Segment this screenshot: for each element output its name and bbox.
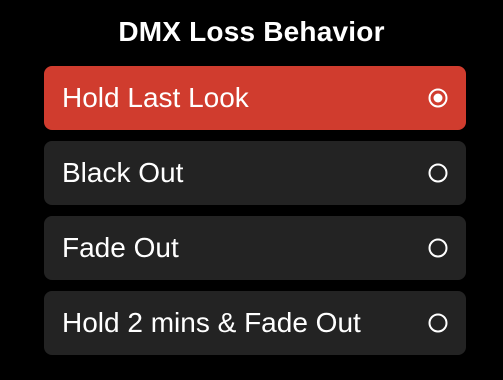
- dmx-loss-behavior-screen: DMX Loss Behavior Hold Last Look Black O…: [0, 0, 503, 380]
- radio-unselected-icon: [428, 313, 448, 333]
- option-black-out[interactable]: Black Out: [44, 141, 466, 205]
- option-hold-last-look[interactable]: Hold Last Look: [44, 66, 466, 130]
- option-hold-2-mins-fade-out[interactable]: Hold 2 mins & Fade Out: [44, 291, 466, 355]
- option-label: Fade Out: [62, 232, 179, 263]
- radio-unselected-icon: [428, 238, 448, 258]
- option-label: Hold 2 mins & Fade Out: [62, 307, 361, 338]
- option-label: Hold Last Look: [62, 82, 249, 113]
- page-title: DMX Loss Behavior: [118, 16, 385, 47]
- radio-selected-icon: [428, 88, 448, 108]
- options-list: Hold Last Look Black Out Fade Out Hold 2…: [44, 66, 466, 366]
- option-fade-out[interactable]: Fade Out: [44, 216, 466, 280]
- radio-unselected-icon: [428, 163, 448, 183]
- option-label: Black Out: [62, 157, 184, 188]
